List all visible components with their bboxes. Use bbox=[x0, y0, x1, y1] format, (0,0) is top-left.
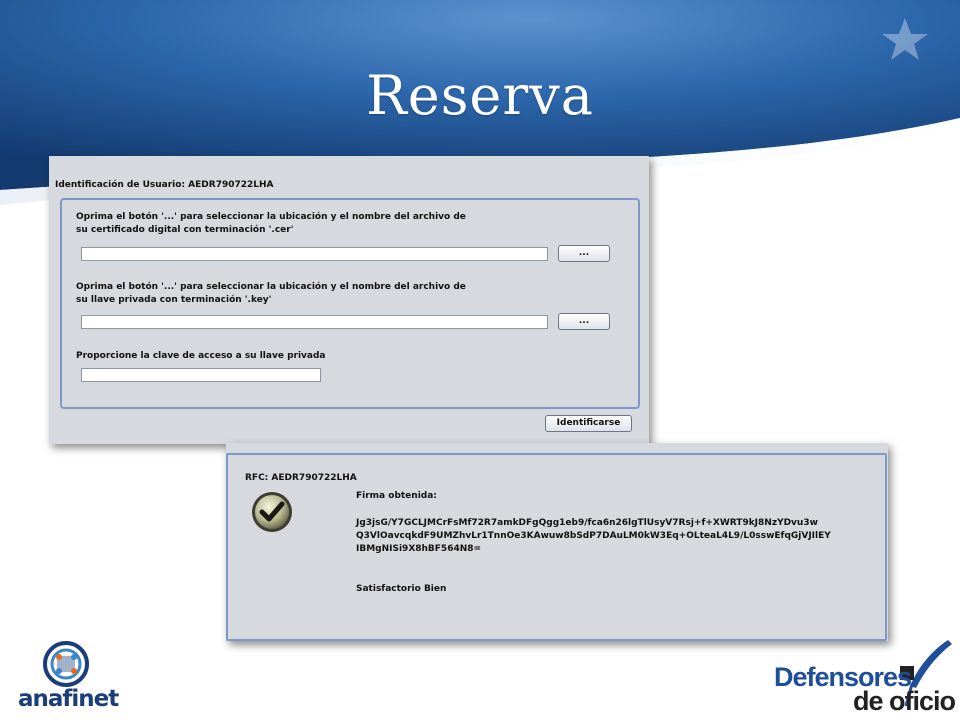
identificarse-button[interactable]: Identificarse bbox=[545, 415, 632, 432]
rfc-label: RFC: AEDR790722LHA bbox=[245, 473, 357, 483]
firma-label: Firma obtenida: bbox=[356, 491, 437, 501]
anafinet-wordmark: anafinet bbox=[18, 686, 119, 712]
firma-line-2: Q3VlOavcqkdF9UMZhvLr1TnnOe3KAwuw8bSdP7DA… bbox=[356, 531, 831, 541]
key-instructions-line2: su llave privada con terminación '.key' bbox=[76, 295, 272, 305]
password-field[interactable] bbox=[81, 368, 321, 382]
key-instructions-line1: Oprima el botón '...' para seleccionar l… bbox=[76, 282, 466, 292]
slide-title: Reserva bbox=[366, 64, 594, 127]
identification-panel: Identificación de Usuario: AEDR790722LHA… bbox=[49, 156, 649, 444]
check-circle-icon bbox=[252, 492, 292, 532]
defensores-wordmark-line2: de oficio bbox=[853, 686, 956, 716]
status-label: Satisfactorio Bien bbox=[356, 584, 447, 594]
result-panel: RFC: AEDR790722LHA Firma obtenida: Jg3js… bbox=[226, 443, 888, 641]
firma-line-3: IBMgNISi9X8hBF564N8= bbox=[356, 544, 482, 554]
user-id-label: Identificación de Usuario: AEDR790722LHA bbox=[55, 180, 274, 190]
firma-line-1: Jg3jsG/Y7GCLJMCrFsMf72R7amkDFgQgg1eb9/fc… bbox=[356, 518, 818, 528]
key-file-field[interactable] bbox=[81, 315, 548, 329]
cer-instructions-line1: Oprima el botón '...' para seleccionar l… bbox=[76, 212, 466, 222]
password-label: Proporcione la clave de acceso a su llav… bbox=[76, 351, 326, 361]
cer-file-field[interactable] bbox=[81, 247, 548, 261]
key-browse-button[interactable]: ... bbox=[558, 313, 610, 330]
cer-browse-button[interactable]: ... bbox=[558, 245, 610, 262]
cer-instructions-line2: su certificado digital con terminación '… bbox=[76, 225, 294, 235]
